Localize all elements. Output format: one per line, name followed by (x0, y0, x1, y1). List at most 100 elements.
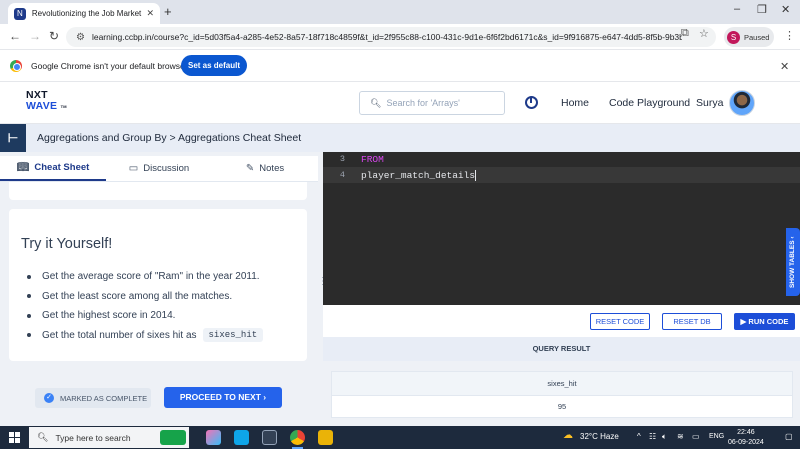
nxtwave-logo[interactable]: NXT WAVE TM (26, 90, 67, 112)
tab-label: Cheat Sheet (34, 162, 90, 173)
code-editor[interactable]: 3 FROM 4 player_match_details (323, 152, 800, 305)
sidebar-toggle-icon[interactable]: ⊢ (0, 124, 26, 152)
restore-icon[interactable]: ❐ (757, 3, 767, 16)
logo-tm: TM (60, 104, 67, 109)
copilot-icon[interactable] (206, 430, 221, 445)
volume-icon[interactable]: 🔈︎ (662, 432, 667, 442)
infobar-close-icon[interactable]: ✕ (780, 60, 789, 73)
tab-title: Revolutionizing the Job Market (31, 9, 142, 18)
set-default-button[interactable]: Set as default (181, 55, 247, 76)
mail-icon[interactable] (234, 430, 249, 445)
user-avatar[interactable] (729, 90, 755, 116)
clock-time: 22:46 (737, 429, 755, 436)
code-text: FROM (361, 153, 384, 165)
browser-tab-strip: N Revolutionizing the Job Market ✕ + – ❐… (0, 0, 800, 24)
windows-taskbar: 🔍︎ Type here to search ☁ 32°C Haze ^ ☷ 🔈… (0, 426, 800, 449)
tray-chevron-icon[interactable]: ^ (637, 432, 641, 441)
clock[interactable]: 22:46 06-09-2024 (728, 428, 764, 448)
breadcrumb-bar: ⊢ Aggregations and Group By > Aggregatio… (0, 124, 800, 152)
table-header-row: sixes_hit (331, 371, 793, 396)
query-result-heading: QUERY RESULT (323, 337, 800, 361)
list-item: Get the highest score in 2014. (21, 306, 263, 326)
wifi-icon[interactable]: ≋ (677, 432, 684, 441)
browser-tab[interactable]: N Revolutionizing the Job Market ✕ (8, 3, 160, 24)
chrome-logo-icon (10, 60, 22, 72)
previous-content-card (9, 182, 307, 200)
table-cell: 95 (331, 395, 793, 418)
store-icon[interactable] (262, 430, 277, 445)
install-app-icon[interactable]: ⧉ (681, 27, 689, 40)
column-header: sixes_hit (331, 371, 793, 396)
user-name[interactable]: Surya (696, 97, 723, 109)
text-caret (475, 169, 477, 181)
try-it-list: Get the average score of "Ram" in the ye… (21, 267, 264, 346)
reset-db-button[interactable]: RESET DB (662, 313, 722, 330)
notes-icon: ✎ (245, 163, 255, 174)
chrome-menu-icon[interactable]: ⋮ (784, 29, 795, 42)
try-it-card: Try it Yourself! Get the average score o… (9, 209, 307, 361)
proceed-next-button[interactable]: PROCEED TO NEXT › (164, 387, 282, 408)
line-number: 4 (339, 170, 345, 180)
back-icon[interactable]: ← (9, 29, 21, 43)
marked-complete-label: MARKED AS COMPLETE (60, 393, 148, 403)
query-result-area: sixes_hit 95 (323, 361, 800, 426)
marked-complete-button[interactable]: ✓ MARKED AS COMPLETE (35, 388, 151, 408)
reload-icon[interactable]: ↻ (49, 29, 59, 43)
notification-icon[interactable]: ▢ (785, 432, 793, 441)
taskbar-widget-icon[interactable] (160, 430, 186, 445)
run-code-button[interactable]: ▶ RUN CODE (734, 313, 795, 330)
file-explorer-icon[interactable] (318, 430, 333, 445)
profile-avatar: S (727, 30, 740, 44)
code-line: 3 FROM (323, 152, 800, 166)
tab-cheat-sheet[interactable]: 📖︎ Cheat Sheet (0, 156, 106, 181)
search-icon: 🔍︎ (37, 432, 49, 442)
line-number: 3 (339, 154, 345, 164)
omnibox[interactable]: ⚙ learning.ccbp.in/course?c_id=5d03f5a4-… (66, 27, 716, 47)
check-icon: ✓ (44, 393, 54, 403)
streak-timer-icon[interactable] (525, 96, 538, 109)
code-chip: sixes_hit (202, 328, 264, 343)
run-code-label: RUN CODE (748, 317, 789, 326)
profile-button[interactable]: S Paused (724, 27, 774, 47)
infobar-message: Google Chrome isn't your default browser (31, 61, 188, 71)
site-favicon-icon: N (14, 7, 26, 20)
chevron-right-icon: › (263, 392, 267, 402)
play-icon: ▶ (740, 317, 747, 326)
windows-start-icon[interactable] (9, 432, 20, 443)
list-item: Get the average score of "Ram" in the ye… (21, 267, 263, 287)
weather-text[interactable]: 32°C Haze (580, 432, 619, 441)
tab-discussion[interactable]: ▭ Discussion (106, 156, 212, 181)
taskbar-search-placeholder: Type here to search (55, 432, 131, 443)
list-item: Get the total number of sixes hit as sixe… (21, 326, 264, 346)
url-text[interactable]: learning.ccbp.in/course?c_id=5d03f5a4-a2… (92, 32, 682, 42)
forward-icon[interactable]: → (29, 29, 41, 43)
nav-code-playground-link[interactable]: Code Playground (609, 97, 690, 109)
table-row: 95 (331, 395, 793, 418)
site-header: NXT WAVE TM 🔍︎ Home Code Playground Sury… (0, 82, 800, 124)
show-tables-label: SHOW TABLES (789, 240, 796, 288)
list-item: Get the least score among all the matche… (21, 287, 263, 307)
window-close-icon[interactable]: ✕ (781, 3, 790, 16)
search-box[interactable]: 🔍︎ (359, 91, 505, 115)
minimize-icon[interactable]: – (734, 3, 740, 15)
profile-status: Paused (744, 32, 770, 42)
network-icon[interactable]: ☷ (649, 432, 656, 441)
battery-icon[interactable]: ▭ (692, 432, 700, 441)
weather-icon[interactable]: ☁ (563, 430, 573, 441)
site-info-icon[interactable]: ⚙ (76, 32, 85, 43)
left-panel: 📖︎ Cheat Sheet ▭ Discussion ✎ Notes Try … (0, 152, 318, 426)
reset-code-button[interactable]: RESET CODE (590, 313, 650, 330)
chrome-taskbar-icon[interactable] (290, 430, 305, 449)
show-tables-button[interactable]: SHOW TABLES ‹ (786, 228, 800, 296)
tab-close-icon[interactable]: ✕ (146, 8, 154, 19)
left-tabs: 📖︎ Cheat Sheet ▭ Discussion ✎ Notes (0, 156, 318, 182)
search-input[interactable] (386, 98, 499, 108)
editor-actions: RESET CODE RESET DB ▶ RUN CODE (323, 305, 800, 337)
code-text: player_match_details (361, 169, 476, 181)
search-icon: 🔍︎ (370, 97, 382, 108)
language-indicator[interactable]: ENG (709, 433, 724, 440)
bookmark-star-icon[interactable]: ☆ (699, 27, 709, 40)
tab-notes[interactable]: ✎ Notes (212, 156, 318, 181)
new-tab-icon[interactable]: + (164, 4, 172, 19)
nav-home-link[interactable]: Home (561, 97, 589, 109)
